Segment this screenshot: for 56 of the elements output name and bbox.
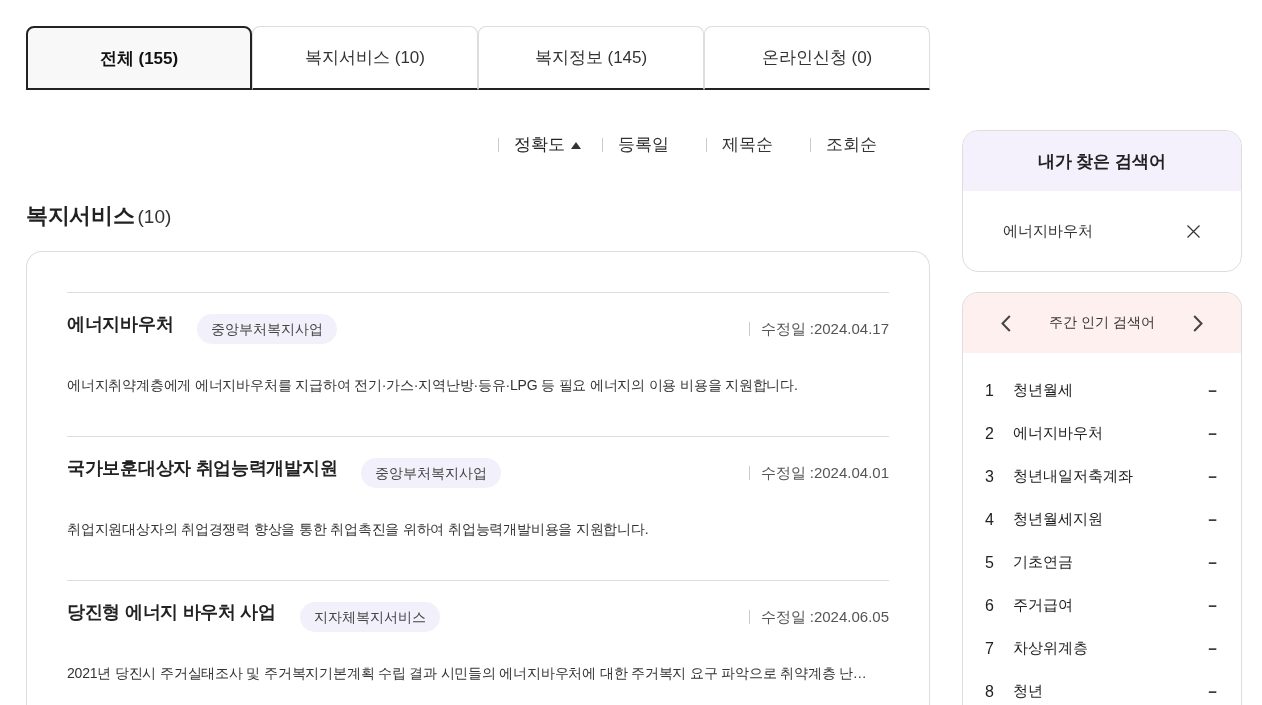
modified-date: 수정일 :2024.04.01 — [760, 463, 889, 483]
rank-change: − — [1208, 424, 1217, 443]
rank-number: 3 — [985, 467, 995, 486]
category-tag: 중앙부처복지사업 — [197, 314, 338, 344]
section-title: 복지서비스 — [26, 202, 135, 230]
result-description: 2021년 당진시 주거실태조사 및 주거복지기본계획 수립 결과 시민들의 에너지바우처에 대한 주거복지 요구 파악으로 취약계층 난… — [67, 664, 867, 683]
chevron-right-icon — [1193, 314, 1203, 332]
rank-change: − — [1208, 639, 1217, 658]
result-title-link[interactable]: 국가보훈대상자 취업능력개발지원 — [67, 458, 338, 478]
tab[interactable]: 복지서비스 (10) — [252, 26, 478, 90]
rank-change: − — [1208, 553, 1217, 572]
tab[interactable]: 온라인신청 (0) — [704, 26, 930, 90]
rank-number: 5 — [985, 553, 995, 572]
category-tag: 중앙부처복지사업 — [361, 458, 502, 488]
modified-date: 수정일 :2024.04.17 — [760, 319, 889, 339]
sort-option[interactable]: 제목순 — [722, 133, 773, 157]
chevron-left-icon — [1001, 314, 1011, 332]
popular-term-link[interactable]: 기초연금 — [1013, 553, 1073, 570]
rank-change: − — [1208, 682, 1217, 701]
rank-change: − — [1208, 510, 1217, 529]
popular-term-link[interactable]: 청년내일저축계좌 — [1013, 467, 1133, 484]
popular-term-link[interactable]: 주거급여 — [1013, 596, 1073, 613]
rank-number: 2 — [985, 424, 995, 443]
rank-number: 6 — [985, 596, 995, 615]
popular-term-link[interactable]: 에너지바우처 — [1013, 424, 1103, 441]
sort-option[interactable]: 조회순 — [826, 133, 877, 157]
modified-date: 수정일 :2024.06.05 — [760, 607, 889, 627]
result-count: (10) — [137, 205, 172, 229]
result-description: 취업지원대상자의 취업경쟁력 향상을 통한 취업촉진을 위하여 취업능력개발비용을 지원합니다. — [67, 520, 649, 539]
rank-number: 1 — [985, 381, 995, 400]
panel-title: 주간 인기 검색어 — [1049, 314, 1155, 332]
category-tag: 지자체복지서비스 — [299, 602, 440, 632]
tab[interactable]: 복지정보 (145) — [478, 26, 704, 90]
next-button[interactable] — [1193, 314, 1203, 332]
rank-change: − — [1208, 596, 1217, 615]
result-description: 에너지취약계층에게 에너지바우처를 지급하여 전기·가스·지역난방·등유·LPG 등 필요 에너지의 이용 비용을 지원합니다. — [67, 376, 798, 395]
close-icon — [1187, 224, 1200, 238]
popular-term-link[interactable]: 차상위계층 — [1013, 639, 1088, 656]
result-title-link[interactable]: 당진형 에너지 바우처 사업 — [67, 602, 276, 622]
rank-number: 8 — [985, 682, 995, 701]
popular-term-link[interactable]: 청년월세 — [1013, 381, 1073, 398]
tab[interactable]: 전체 (155) — [26, 26, 252, 90]
popular-term-link[interactable]: 청년 — [1013, 682, 1043, 699]
remove-button[interactable] — [1187, 224, 1200, 238]
panel-title: 내가 찾은 검색어 — [1037, 150, 1167, 173]
rank-number: 7 — [985, 639, 995, 658]
recent-term-link[interactable]: 에너지바우처 — [1003, 221, 1093, 241]
sort-option[interactable]: 정확도 — [514, 133, 581, 157]
previous-button[interactable] — [1001, 314, 1011, 332]
rank-change: − — [1208, 381, 1217, 400]
rank-number: 4 — [985, 510, 995, 529]
rank-change: − — [1208, 467, 1217, 486]
result-title-link[interactable]: 에너지바우처 — [67, 314, 174, 334]
sort-up-caret-icon — [571, 141, 581, 149]
popular-term-link[interactable]: 청년월세지원 — [1013, 510, 1103, 527]
sort-option[interactable]: 등록일 — [618, 133, 669, 157]
